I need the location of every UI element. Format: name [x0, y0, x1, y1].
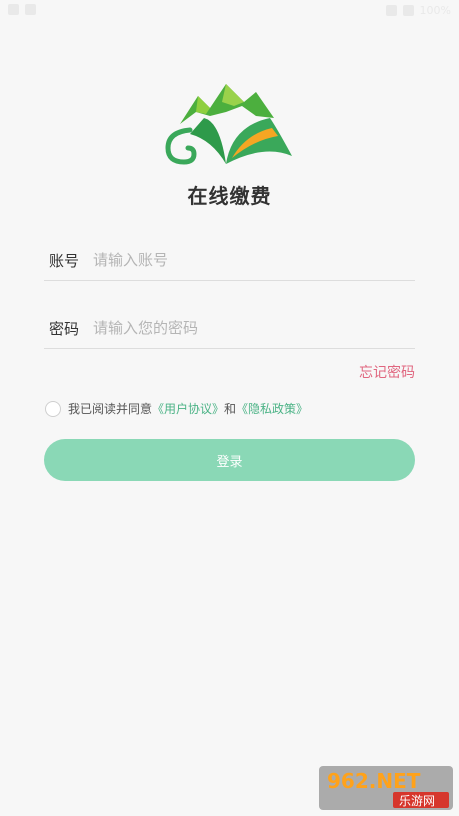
status-right: 100% — [385, 4, 451, 17]
status-bar: 100% — [0, 0, 459, 22]
wifi-icon — [385, 5, 397, 16]
forgot-password-link[interactable]: 忘记密码 — [359, 362, 415, 382]
watermark-logo: 962.NET 乐游网 — [319, 766, 453, 810]
agreement-checkbox[interactable] — [45, 400, 61, 417]
watermark-bottom-text: 乐游网 — [399, 794, 435, 808]
agreement-prefix: 我已阅读并同意 — [68, 402, 153, 416]
status-left — [8, 4, 36, 15]
account-field-row: 账号 — [44, 240, 415, 281]
battery-text: 100% — [419, 4, 451, 17]
password-field-row: 密码 — [44, 308, 415, 349]
agreement-and: 和 — [224, 402, 237, 416]
app-title: 在线缴费 — [187, 184, 272, 208]
app-notification-icon — [25, 4, 36, 15]
agreement-row: 我已阅读并同意 《用户协议》 和 《隐私政策》 — [45, 400, 308, 417]
password-label: 密码 — [49, 319, 80, 338]
login-button[interactable]: 登录 — [44, 439, 415, 481]
password-input[interactable] — [93, 319, 415, 337]
account-input[interactable] — [93, 251, 415, 269]
privacy-policy-link[interactable]: 《隐私政策》 — [236, 400, 308, 417]
login-screen: 100% 在线缴费 账号 密码 忘记密码 我已阅读并同意 《用户协议》 和 《隐… — [0, 0, 459, 816]
user-agreement-link[interactable]: 《用户协议》 — [152, 400, 224, 417]
account-label: 账号 — [49, 251, 80, 270]
watermark-top-text: 962.NET — [327, 769, 421, 793]
signal-icon — [402, 5, 414, 16]
notification-icon — [8, 4, 19, 15]
app-logo-icon — [165, 84, 292, 165]
